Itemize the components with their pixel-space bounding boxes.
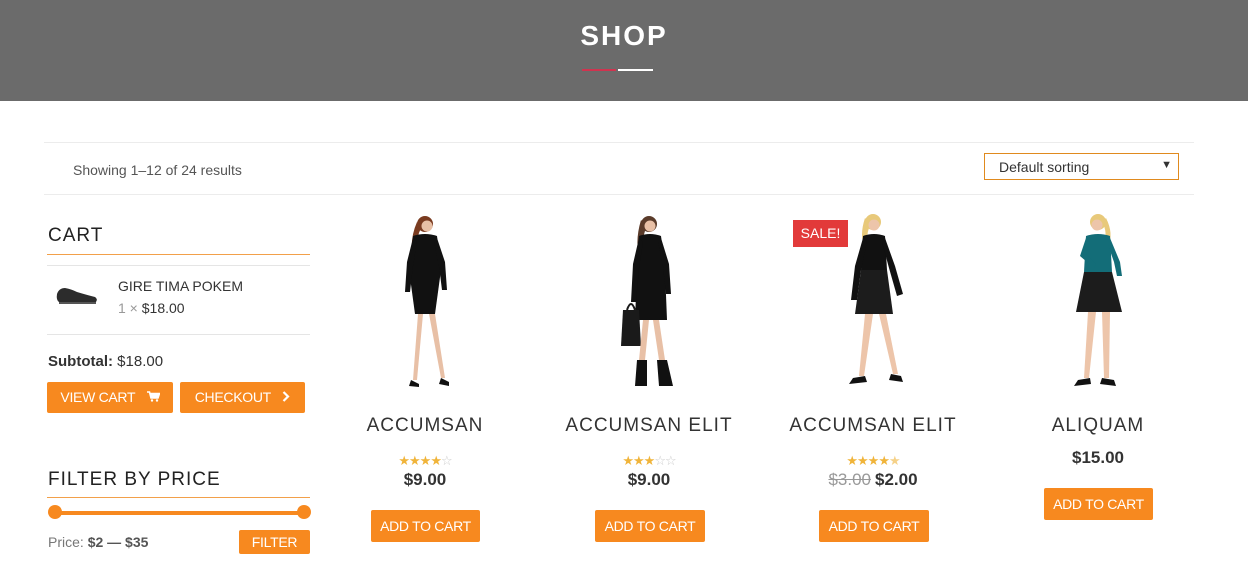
star-rating: ★★★★★ (761, 453, 985, 469)
add-to-cart-label: ADD TO CART (604, 518, 696, 534)
price-slider-min-handle[interactable] (48, 505, 62, 519)
price-slider-max-handle[interactable] (297, 505, 311, 519)
cart-subtotal: Subtotal: $18.00 (48, 353, 163, 370)
star-rating: ★★★☆☆ (537, 453, 761, 469)
price-range-label: Price: (48, 534, 84, 550)
product-title[interactable]: ACCUMSAN (313, 415, 537, 437)
product-image[interactable] (537, 210, 761, 390)
product-title[interactable]: ACCUMSAN ELIT (761, 415, 985, 437)
star-rating: ★★★★☆ (313, 453, 537, 469)
chevron-down-icon: ▼ (1161, 159, 1172, 171)
product-image[interactable] (313, 210, 537, 390)
divider (47, 265, 310, 266)
product-price: $9.00 (627, 470, 671, 489)
product-image[interactable] (986, 210, 1210, 390)
product-title[interactable]: ALIQUAM (986, 415, 1210, 437)
cart-item-qty-text: 1 × (118, 300, 138, 316)
checkout-label: CHECKOUT (194, 389, 271, 405)
add-to-cart-label: ADD TO CART (1053, 496, 1144, 512)
cart-item-name[interactable]: GIRE TIMA POKEM (118, 278, 243, 294)
view-cart-label: VIEW CART (60, 389, 135, 405)
sort-select[interactable]: Default sorting ▼ (984, 153, 1179, 180)
page-header: SHOP (0, 0, 1248, 101)
subtotal-value: $18.00 (117, 353, 164, 370)
star-empty-icon: ☆☆ (654, 453, 676, 468)
product-price: $9.00 (403, 470, 447, 489)
shop-toolbar: Showing 1–12 of 24 results Default sorti… (44, 142, 1194, 195)
add-to-cart-button[interactable]: ADD TO CART (1044, 488, 1153, 520)
add-to-cart-button[interactable]: ADD TO CART (595, 510, 705, 542)
product-title[interactable]: ACCUMSAN ELIT (537, 415, 761, 437)
filter-widget-title: FILTER BY PRICE (48, 469, 221, 490)
add-to-cart-label: ADD TO CART (828, 518, 920, 534)
star-icon: ★★★★ (398, 453, 442, 468)
price-range: Price: $2 — $35 (48, 534, 148, 550)
title-underline (618, 69, 653, 71)
chevron-right-icon (282, 391, 290, 402)
price-slider-track[interactable] (54, 511, 304, 515)
cart-widget-title: CART (48, 225, 104, 246)
sort-select-value: Default sorting (999, 159, 1090, 175)
add-to-cart-button[interactable]: ADD TO CART (819, 510, 929, 542)
star-half-icon: ★ (888, 453, 901, 468)
cart-title-rule (47, 254, 310, 255)
filter-button[interactable]: FILTER (239, 530, 310, 554)
product-price: $3.00 $2.00 (761, 470, 985, 490)
page-title: SHOP (580, 20, 668, 51)
checkout-button[interactable]: CHECKOUT (180, 382, 305, 413)
subtotal-label: Subtotal: (48, 353, 113, 370)
cart-icon (146, 391, 160, 402)
filter-title-rule (47, 497, 310, 498)
star-empty-icon: ☆ (440, 453, 453, 468)
shoe-thumbnail[interactable] (55, 282, 99, 306)
result-count: Showing 1–12 of 24 results (73, 162, 242, 178)
product-old-price: $3.00 (828, 470, 871, 489)
add-to-cart-label: ADD TO CART (380, 518, 471, 534)
star-icon: ★★★★ (846, 453, 890, 468)
filter-button-label: FILTER (251, 534, 298, 550)
add-to-cart-button[interactable]: ADD TO CART (371, 510, 480, 542)
cart-item-quantity: 1 × $18.00 (118, 300, 185, 316)
title-underline-accent (582, 69, 616, 71)
price-range-value: $2 — $35 (87, 534, 149, 550)
divider (47, 334, 310, 335)
product-price: $15.00 (1072, 448, 1124, 467)
product-image[interactable] (761, 210, 985, 390)
product-sale-price: $2.00 (875, 470, 918, 489)
cart-item-price: $18.00 (141, 300, 185, 316)
view-cart-button[interactable]: VIEW CART (47, 382, 173, 413)
star-icon: ★★★ (622, 453, 655, 468)
